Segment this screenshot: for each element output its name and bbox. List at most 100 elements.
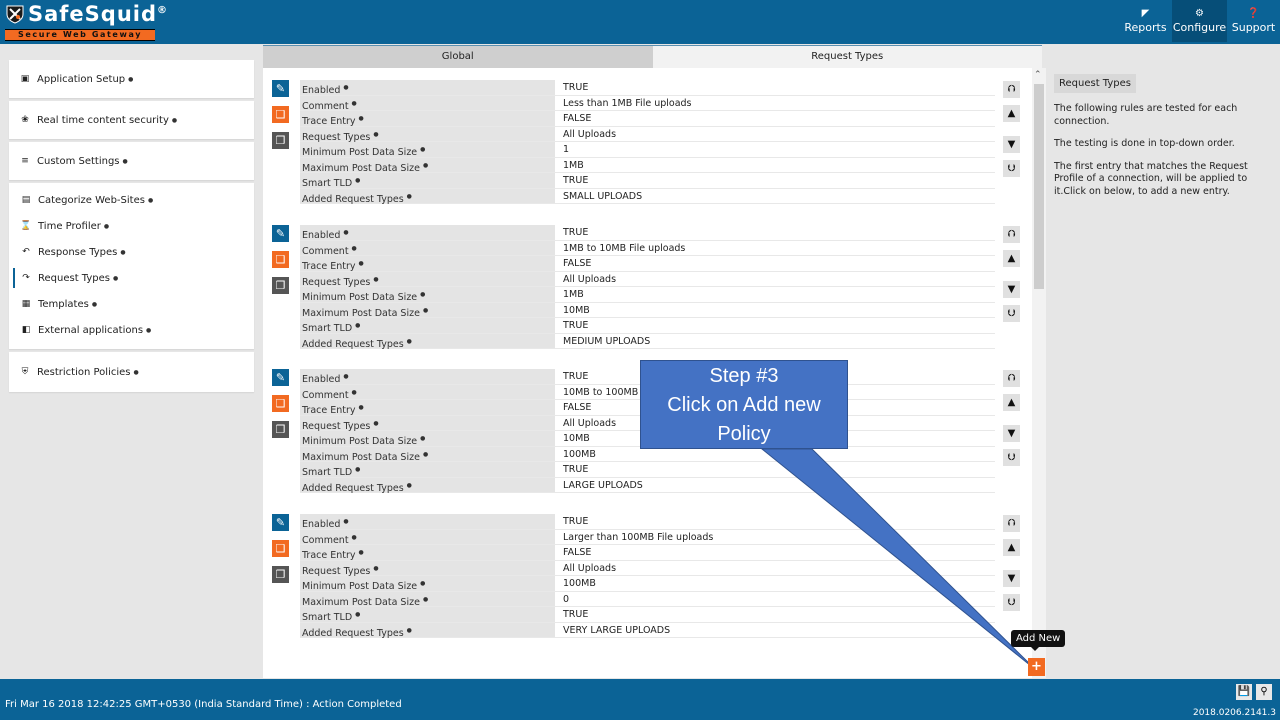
field-row[interactable]: Enabled ● TRUE: [300, 225, 995, 241]
scrollbar[interactable]: ⌃: [1032, 68, 1046, 678]
move-to-bottom-button[interactable]: ⮋: [1003, 305, 1020, 322]
info-icon[interactable]: ●: [343, 518, 348, 525]
field-row[interactable]: Smart TLD ● TRUE: [300, 607, 995, 623]
info-icon[interactable]: ●: [113, 275, 118, 282]
info-icon[interactable]: ●: [373, 276, 378, 283]
field-row[interactable]: Added Request Types ● SMALL UPLOADS: [300, 188, 995, 205]
info-icon[interactable]: ●: [423, 307, 428, 314]
move-to-bottom-button[interactable]: ⮋: [1003, 449, 1020, 466]
info-icon[interactable]: ●: [123, 158, 128, 165]
field-row[interactable]: Minimum Post Data Size ● 1: [300, 142, 995, 158]
field-row[interactable]: Added Request Types ● LARGE UPLOADS: [300, 477, 995, 494]
sidebar-item-external-applications[interactable]: ◧ External applications ●: [9, 317, 254, 343]
field-row[interactable]: Maximum Post Data Size ● 1MB: [300, 157, 995, 174]
info-icon[interactable]: ●: [146, 327, 151, 334]
info-icon[interactable]: ●: [352, 100, 357, 107]
info-icon[interactable]: ●: [423, 451, 428, 458]
info-icon[interactable]: ●: [352, 389, 357, 396]
scroll-up-icon[interactable]: ⌃: [1034, 70, 1042, 80]
field-row[interactable]: Minimum Post Data Size ● 1MB: [300, 287, 995, 303]
sidebar-item-response-types[interactable]: ↶ Response Types ●: [9, 239, 254, 265]
field-row[interactable]: Maximum Post Data Size ● 10MB: [300, 302, 995, 319]
edit-button[interactable]: ✎: [272, 225, 289, 242]
info-icon[interactable]: ●: [172, 117, 177, 124]
edit-button[interactable]: ✎: [272, 369, 289, 386]
safesquid-logo[interactable]: SafeSquid® Secure Web Gateway: [3, 2, 167, 42]
info-icon[interactable]: ●: [359, 549, 364, 556]
copy-button[interactable]: ❐: [272, 132, 289, 149]
info-icon[interactable]: ●: [373, 565, 378, 572]
delete-button[interactable]: ❑: [272, 106, 289, 123]
save-button[interactable]: 💾: [1236, 684, 1252, 700]
info-icon[interactable]: ●: [352, 245, 357, 252]
info-icon[interactable]: ●: [407, 338, 412, 345]
info-icon[interactable]: ●: [343, 229, 348, 236]
info-icon[interactable]: ●: [373, 420, 378, 427]
delete-button[interactable]: ❑: [272, 395, 289, 412]
info-icon[interactable]: ●: [423, 596, 428, 603]
field-row[interactable]: Trace Entry ● FALSE: [300, 111, 995, 127]
field-row[interactable]: Smart TLD ● TRUE: [300, 462, 995, 478]
info-icon[interactable]: ●: [373, 131, 378, 138]
delete-button[interactable]: ❑: [272, 251, 289, 268]
field-row[interactable]: Request Types ● All Uploads: [300, 271, 995, 288]
move-down-button[interactable]: ▼: [1003, 570, 1020, 587]
info-icon[interactable]: ●: [407, 627, 412, 634]
move-to-bottom-button[interactable]: ⮋: [1003, 160, 1020, 177]
nav-reports[interactable]: ◤ Reports: [1119, 0, 1172, 42]
move-up-button[interactable]: ▲: [1003, 539, 1020, 556]
move-down-button[interactable]: ▼: [1003, 136, 1020, 153]
tab-request-types[interactable]: Request Types: [652, 46, 1042, 68]
field-row[interactable]: Enabled ● TRUE: [300, 514, 995, 530]
add-new-button[interactable]: +: [1028, 658, 1045, 676]
edit-button[interactable]: ✎: [272, 514, 289, 531]
info-icon[interactable]: ●: [359, 404, 364, 411]
field-row[interactable]: Request Types ● All Uploads: [300, 126, 995, 143]
edit-button[interactable]: ✎: [272, 80, 289, 97]
move-to-bottom-button[interactable]: ⮋: [1003, 594, 1020, 611]
nav-configure[interactable]: ⚙ Configure: [1172, 0, 1227, 42]
field-row[interactable]: Added Request Types ● VERY LARGE UPLOADS: [300, 622, 995, 639]
info-icon[interactable]: ●: [343, 373, 348, 380]
info-icon[interactable]: ●: [128, 76, 133, 83]
field-row[interactable]: Trace Entry ● FALSE: [300, 256, 995, 272]
move-up-button[interactable]: ▲: [1003, 394, 1020, 411]
move-up-button[interactable]: ▲: [1003, 250, 1020, 267]
info-icon[interactable]: ●: [148, 197, 153, 204]
info-icon[interactable]: ●: [420, 435, 425, 442]
info-icon[interactable]: ●: [355, 611, 360, 618]
move-to-top-button[interactable]: ⮉: [1003, 81, 1020, 98]
info-icon[interactable]: ●: [359, 115, 364, 122]
info-icon[interactable]: ●: [420, 580, 425, 587]
field-row[interactable]: Enabled ● TRUE: [300, 80, 995, 96]
info-icon[interactable]: ●: [359, 260, 364, 267]
copy-button[interactable]: ❐: [272, 566, 289, 583]
info-icon[interactable]: ●: [134, 369, 139, 376]
field-row[interactable]: Request Types ● All Uploads: [300, 560, 995, 577]
move-up-button[interactable]: ▲: [1003, 105, 1020, 122]
field-row[interactable]: Smart TLD ● TRUE: [300, 173, 995, 189]
info-icon[interactable]: ●: [355, 322, 360, 329]
sidebar-item-templates[interactable]: ▦ Templates ●: [9, 291, 254, 317]
sidebar-item-time-profiler[interactable]: ⌛ Time Profiler ●: [9, 213, 254, 239]
info-icon[interactable]: ●: [120, 249, 125, 256]
info-icon[interactable]: ●: [407, 193, 412, 200]
field-row[interactable]: Comment ● 1MB to 10MB File uploads: [300, 240, 995, 257]
info-icon[interactable]: ●: [92, 301, 97, 308]
move-to-top-button[interactable]: ⮉: [1003, 370, 1020, 387]
field-row[interactable]: Comment ● Larger than 100MB File uploads: [300, 529, 995, 546]
info-icon[interactable]: ●: [420, 146, 425, 153]
move-to-top-button[interactable]: ⮉: [1003, 515, 1020, 532]
sidebar-item-real-time-content-security[interactable]: ❀ Real time content security ●: [9, 101, 254, 139]
move-to-top-button[interactable]: ⮉: [1003, 226, 1020, 243]
scroll-thumb[interactable]: [1034, 84, 1044, 289]
info-icon[interactable]: ●: [352, 534, 357, 541]
sidebar-item-custom-settings[interactable]: ≡ Custom Settings ●: [9, 142, 254, 180]
copy-button[interactable]: ❐: [272, 421, 289, 438]
sidebar-item-request-types[interactable]: ↷ Request Types ●: [9, 265, 254, 291]
info-icon[interactable]: ●: [343, 84, 348, 91]
info-icon[interactable]: ●: [423, 162, 428, 169]
move-down-button[interactable]: ▼: [1003, 281, 1020, 298]
info-icon[interactable]: ●: [420, 291, 425, 298]
info-icon[interactable]: ●: [407, 482, 412, 489]
